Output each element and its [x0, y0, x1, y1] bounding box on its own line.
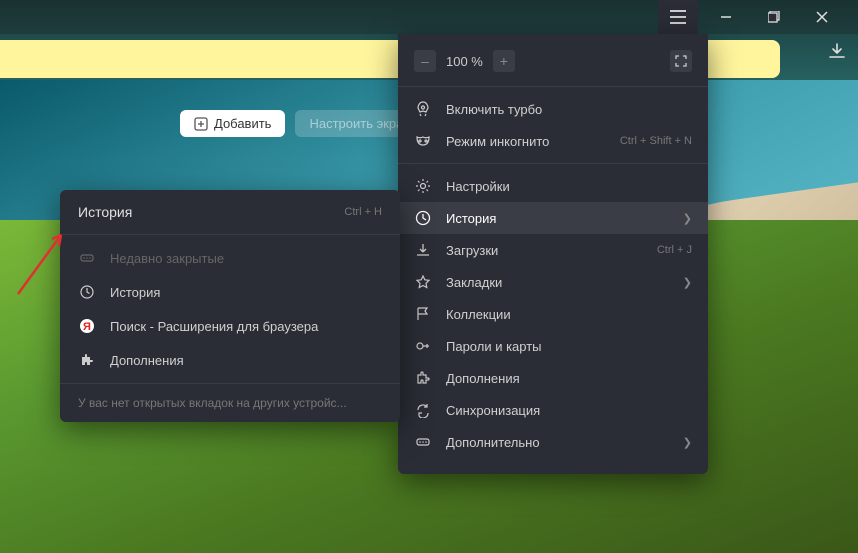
- submenu-header: История Ctrl + H: [60, 190, 400, 234]
- flag-icon: [414, 306, 432, 322]
- menu-item-label: Настройки: [446, 179, 692, 194]
- menu-item-incognito[interactable]: Режим инкогнито Ctrl + Shift + N: [398, 125, 708, 157]
- zoom-out-button[interactable]: –: [414, 50, 436, 72]
- menu-item-history[interactable]: История ❯: [398, 202, 708, 234]
- plus-box-icon: [194, 117, 208, 131]
- submenu-item-label: Дополнения: [110, 353, 184, 368]
- minimize-button[interactable]: [706, 0, 746, 34]
- history-submenu: История Ctrl + H Недавно закрытые Истори…: [60, 190, 400, 422]
- menu-item-passwords[interactable]: Пароли и карты: [398, 330, 708, 362]
- hamburger-menu-button[interactable]: [658, 0, 698, 34]
- submenu-footer: У вас нет открытых вкладок на других уст…: [60, 383, 400, 422]
- fullscreen-button[interactable]: [670, 50, 692, 72]
- menu-item-more[interactable]: Дополнительно ❯: [398, 426, 708, 458]
- submenu-item-recently-closed: Недавно закрытые: [60, 241, 400, 275]
- chevron-right-icon: ❯: [683, 212, 692, 225]
- puzzle-icon: [414, 370, 432, 386]
- maximize-button[interactable]: [754, 0, 794, 34]
- submenu-item-label: Недавно закрытые: [110, 251, 224, 266]
- add-button[interactable]: Добавить: [180, 110, 285, 137]
- customize-button-label: Настроить экра: [309, 116, 403, 131]
- main-menu: – 100 % + Включить турбо Режим инкогнито…: [398, 34, 708, 474]
- yandex-icon: Я: [78, 318, 96, 334]
- rocket-icon: [414, 101, 432, 117]
- menu-item-shortcut: Ctrl + Shift + N: [620, 135, 692, 147]
- star-icon: [414, 274, 432, 290]
- menu-item-bookmarks[interactable]: Закладки ❯: [398, 266, 708, 298]
- menu-item-label: Пароли и карты: [446, 339, 692, 354]
- menu-item-addons[interactable]: Дополнения: [398, 362, 708, 394]
- submenu-item-label: История: [110, 285, 160, 300]
- sync-icon: [414, 402, 432, 418]
- more-box-icon: [78, 250, 96, 266]
- menu-item-label: Коллекции: [446, 307, 692, 322]
- menu-item-label: Дополнительно: [446, 435, 669, 450]
- clock-filled-icon: [78, 284, 96, 300]
- submenu-item-history[interactable]: История: [60, 275, 400, 309]
- menu-item-label: Включить турбо: [446, 102, 692, 117]
- key-icon: [414, 338, 432, 354]
- gear-icon: [414, 178, 432, 194]
- chevron-right-icon: ❯: [683, 436, 692, 449]
- menu-item-label: Режим инкогнито: [446, 134, 606, 149]
- add-button-label: Добавить: [214, 116, 271, 131]
- menu-item-settings[interactable]: Настройки: [398, 170, 708, 202]
- menu-item-label: Загрузки: [446, 243, 643, 258]
- submenu-item-search[interactable]: Я Поиск - Расширения для браузера: [60, 309, 400, 343]
- menu-item-downloads[interactable]: Загрузки Ctrl + J: [398, 234, 708, 266]
- clock-icon: [414, 210, 432, 226]
- download-icon: [414, 242, 432, 258]
- submenu-item-addons[interactable]: Дополнения: [60, 343, 400, 377]
- submenu-shortcut: Ctrl + H: [344, 206, 382, 218]
- menu-item-label: Закладки: [446, 275, 669, 290]
- puzzle-filled-icon: [78, 352, 96, 368]
- close-button[interactable]: [802, 0, 842, 34]
- menu-item-label: Дополнения: [446, 371, 692, 386]
- chevron-right-icon: ❯: [683, 276, 692, 289]
- menu-item-shortcut: Ctrl + J: [657, 244, 692, 256]
- zoom-in-button[interactable]: +: [493, 50, 515, 72]
- menu-item-collections[interactable]: Коллекции: [398, 298, 708, 330]
- submenu-title: История: [78, 204, 132, 220]
- menu-item-turbo[interactable]: Включить турбо: [398, 93, 708, 125]
- downloads-button[interactable]: [828, 42, 846, 60]
- mask-icon: [414, 133, 432, 149]
- menu-item-sync[interactable]: Синхронизация: [398, 394, 708, 426]
- svg-text:Я: Я: [83, 321, 91, 333]
- titlebar: [0, 0, 858, 34]
- zoom-row: – 100 % +: [398, 44, 708, 86]
- submenu-item-label: Поиск - Расширения для браузера: [110, 319, 318, 334]
- zoom-value: 100 %: [446, 54, 483, 69]
- more-icon: [414, 434, 432, 450]
- menu-item-label: Синхронизация: [446, 403, 692, 418]
- menu-item-label: История: [446, 211, 669, 226]
